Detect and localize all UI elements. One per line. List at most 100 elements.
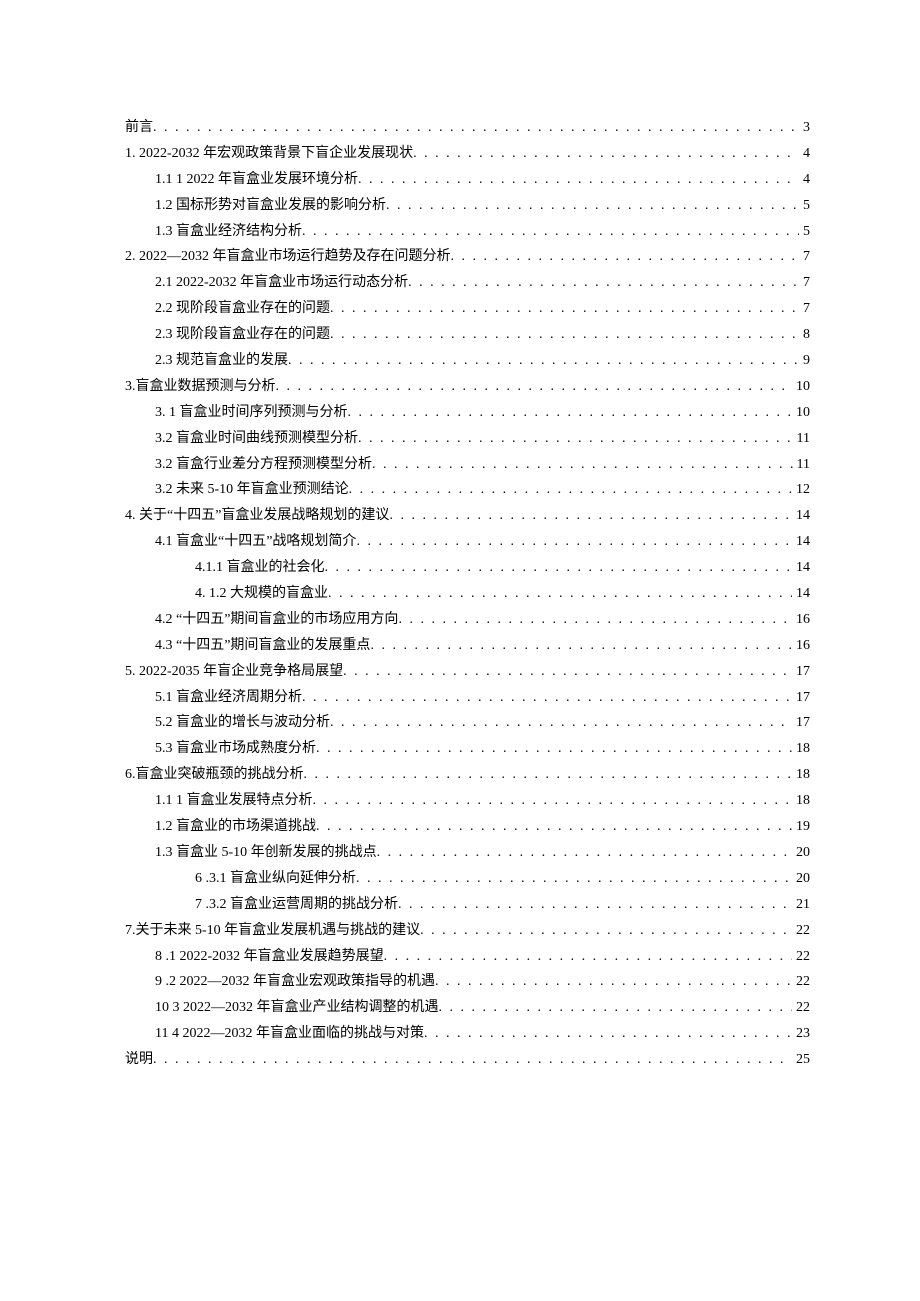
- toc-entry: 前言 3: [125, 115, 810, 141]
- toc-leader-dots: [153, 115, 799, 141]
- toc-entry: 3.2 盲盒行业差分方程预测模型分析11: [125, 452, 810, 478]
- toc-leader-dots: [358, 167, 799, 193]
- toc-leader-dots: [377, 840, 792, 866]
- toc-entry-page: 22: [792, 944, 810, 970]
- toc-entry-label: 2.3 规范盲盒业的发展: [155, 348, 288, 374]
- toc-leader-dots: [398, 892, 792, 918]
- toc-entry-label: 5.1 盲盒业经济周期分析: [155, 685, 302, 711]
- toc-entry: 1. 2022-2032 年宏观政策背景下盲企业发展现状4: [125, 141, 810, 167]
- toc-leader-dots: [420, 918, 792, 944]
- toc-entry-label: 4.1 盲盒业“十四五”战咯规划简介: [155, 529, 356, 555]
- toc-leader-dots: [439, 995, 793, 1021]
- toc-entry-page: 14: [792, 555, 810, 581]
- toc-entry: 2. 2022—2032 年盲盒业市场运行趋势及存在问题分析7: [125, 244, 810, 270]
- toc-entry-page: 7: [799, 296, 810, 322]
- toc-entry: 2.3 现阶段盲盒业存在的问题 8: [125, 322, 810, 348]
- toc-leader-dots: [389, 503, 792, 529]
- toc-entry: 3.盲盒业数据预测与分析10: [125, 374, 810, 400]
- toc-entry-label: 说明: [125, 1047, 153, 1073]
- toc-entry-page: 17: [792, 659, 810, 685]
- toc-entry-label: 5. 2022-2035 年盲企业竞争格局展望: [125, 659, 343, 685]
- toc-entry: 8 .1 2022-2032 年盲盒业发展趋势展望 22: [125, 944, 810, 970]
- toc-entry: 11 4 2022—2032 年盲盒业面临的挑战与对策23: [125, 1021, 810, 1047]
- toc-entry-label: 1.3 盲盒业 5-10 年创新发展的挑战点: [155, 840, 377, 866]
- toc-entry-page: 12: [792, 477, 810, 503]
- toc-entry-page: 20: [792, 840, 810, 866]
- toc-entry-label: 5.2 盲盒业的增长与波动分析: [155, 710, 330, 736]
- toc-leader-dots: [356, 529, 792, 555]
- toc-entry: 9 .2 2022—2032 年盲盒业宏观政策指导的机遇 22: [125, 969, 810, 995]
- toc-entry-label: 10 3 2022—2032 年盲盒业产业结构调整的机遇: [155, 995, 439, 1021]
- toc-leader-dots: [358, 426, 793, 452]
- toc-leader-dots: [424, 1021, 792, 1047]
- toc-entry-page: 14: [792, 503, 810, 529]
- toc-entry: 1.1 1 2022 年盲盒业发展环境分析 4: [125, 167, 810, 193]
- toc-entry-page: 4: [799, 167, 810, 193]
- toc-entry-label: 6 .3.1 盲盒业纵向延伸分析: [195, 866, 356, 892]
- toc-entry-label: 6.盲盒业突破瓶颈的挑战分析: [125, 762, 304, 788]
- toc-entry-page: 25: [792, 1047, 810, 1073]
- toc-entry-label: 5.3 盲盒业市场成熟度分析: [155, 736, 316, 762]
- toc-entry-label: 2. 2022—2032 年盲盒业市场运行趋势及存在问题分析: [125, 244, 451, 270]
- toc-entry-page: 21: [792, 892, 810, 918]
- toc-entry-page: 3: [799, 115, 810, 141]
- toc-entry-label: 2.3 现阶段盲盒业存在的问题: [155, 322, 330, 348]
- toc-entry-page: 18: [792, 736, 810, 762]
- toc-entry-label: 1.2 国标形势对盲盒业发展的影响分析: [155, 193, 386, 219]
- toc-entry-label: 4.3 “十四五”期间盲盒业的发展重点: [155, 633, 370, 659]
- toc-entry-label: 3.2 未来 5-10 年盲盒业预测结论: [155, 477, 349, 503]
- toc-entry: 1.3 盲盒业经济结构分析5: [125, 219, 810, 245]
- toc-leader-dots: [435, 969, 792, 995]
- toc-entry: 4.1 盲盒业“十四五”战咯规划简介 14: [125, 529, 810, 555]
- toc-entry-page: 17: [792, 710, 810, 736]
- toc-entry: 6 .3.1 盲盒业纵向延伸分析 20: [125, 866, 810, 892]
- toc-entry-page: 5: [799, 193, 810, 219]
- toc-entry-page: 22: [792, 918, 810, 944]
- toc-entry: 1.3 盲盒业 5-10 年创新发展的挑战点 20: [125, 840, 810, 866]
- toc-leader-dots: [313, 788, 793, 814]
- toc-leader-dots: [343, 659, 792, 685]
- toc-leader-dots: [330, 710, 792, 736]
- toc-entry: 1.2 国标形势对盲盒业发展的影响分析 5: [125, 193, 810, 219]
- toc-entry-page: 14: [792, 529, 810, 555]
- toc-entry-page: 8: [799, 322, 810, 348]
- toc-entry-label: 11 4 2022—2032 年盲盒业面临的挑战与对策: [155, 1021, 424, 1047]
- table-of-contents: 前言 31. 2022-2032 年宏观政策背景下盲企业发展现状41.1 1 20…: [125, 115, 810, 1073]
- toc-leader-dots: [302, 219, 799, 245]
- toc-entry-page: 9: [799, 348, 810, 374]
- toc-entry-label: 3. 1 盲盒业时间序列预测与分析: [155, 400, 348, 426]
- toc-entry-label: 前言: [125, 115, 153, 141]
- toc-leader-dots: [356, 866, 792, 892]
- toc-entry-label: 7 .3.2 盲盒业运营周期的挑战分析: [195, 892, 398, 918]
- toc-entry-label: 1.1 1 2022 年盲盒业发展环境分析: [155, 167, 358, 193]
- toc-leader-dots: [413, 141, 799, 167]
- toc-leader-dots: [316, 814, 792, 840]
- toc-entry-label: 1.1 1 盲盒业发展特点分析: [155, 788, 313, 814]
- toc-entry-label: 9 .2 2022—2032 年盲盒业宏观政策指导的机遇: [155, 969, 435, 995]
- document-page: 前言 31. 2022-2032 年宏观政策背景下盲企业发展现状41.1 1 20…: [0, 0, 920, 1301]
- toc-leader-dots: [304, 762, 793, 788]
- toc-leader-dots: [276, 374, 793, 400]
- toc-entry: 3.2 盲盒业时间曲线预测模型分析11: [125, 426, 810, 452]
- toc-entry-label: 4.1.1 盲盒业的社会化: [195, 555, 325, 581]
- toc-entry: 5.2 盲盒业的增长与波动分析 17: [125, 710, 810, 736]
- toc-entry-page: 22: [792, 969, 810, 995]
- toc-leader-dots: [372, 452, 793, 478]
- toc-leader-dots: [330, 322, 799, 348]
- toc-entry-label: 4.2 “十四五”期间盲盒业的市场应用方向: [155, 607, 398, 633]
- toc-entry: 5.3 盲盒业市场成熟度分析 18: [125, 736, 810, 762]
- toc-leader-dots: [384, 944, 792, 970]
- toc-entry-page: 17: [792, 685, 810, 711]
- toc-entry-label: 8 .1 2022-2032 年盲盒业发展趋势展望: [155, 944, 384, 970]
- toc-entry: 4. 1.2 大规模的盲盒业14: [125, 581, 810, 607]
- toc-entry-page: 10: [792, 400, 810, 426]
- toc-entry: 4. 关于“十四五”盲盒业发展战略规划的建议14: [125, 503, 810, 529]
- toc-entry: 1.1 1 盲盒业发展特点分析18: [125, 788, 810, 814]
- toc-entry-page: 22: [792, 995, 810, 1021]
- toc-leader-dots: [451, 244, 800, 270]
- toc-entry-page: 16: [792, 607, 810, 633]
- toc-entry-page: 20: [792, 866, 810, 892]
- toc-leader-dots: [408, 270, 799, 296]
- toc-entry: 7.关于未来 5-10 年盲盒业发展机遇与挑战的建议22: [125, 918, 810, 944]
- toc-entry: 5.1 盲盒业经济周期分析 17: [125, 685, 810, 711]
